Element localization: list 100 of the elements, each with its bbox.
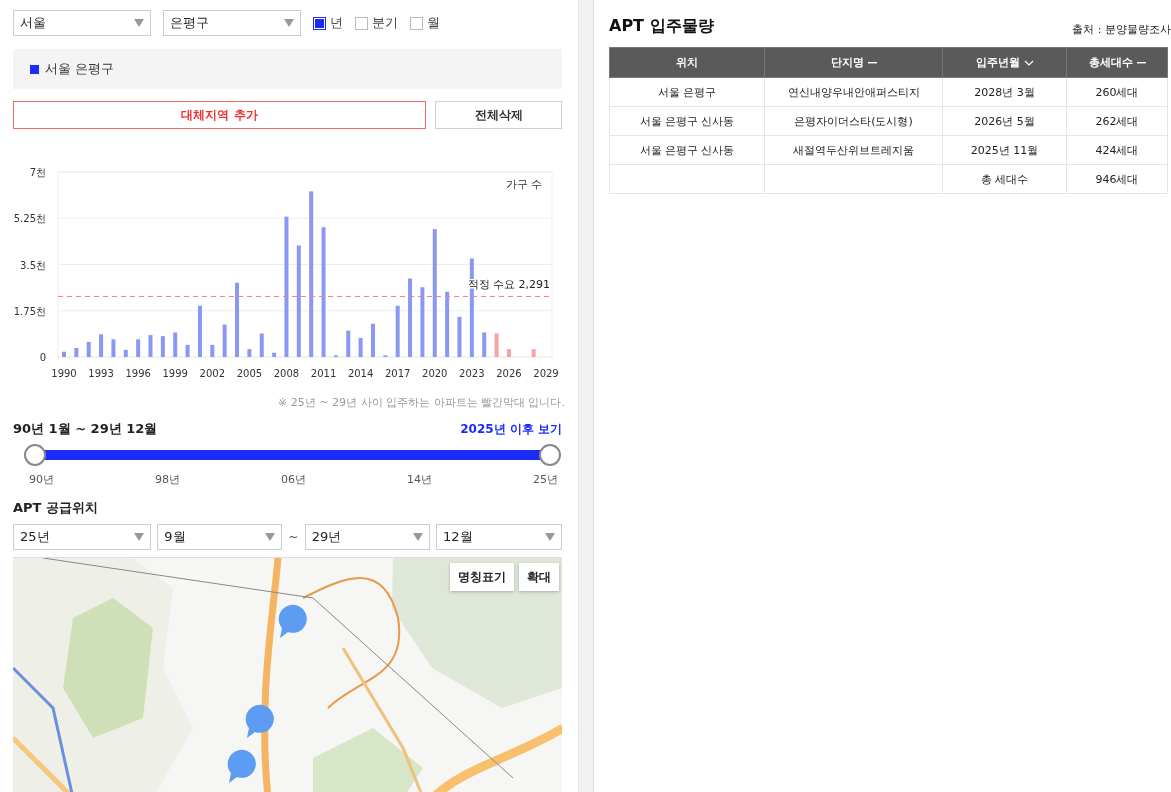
bar (272, 352, 277, 357)
bar (370, 323, 375, 357)
x-tick-label: 1999 (162, 368, 188, 379)
bar (123, 349, 128, 357)
x-tick-label: 2002 (199, 368, 226, 379)
slider-tick-label: 90년 (29, 472, 54, 487)
chart-note: ※ 25년 ~ 29년 사이 입주하는 아파트는 빨간막대 입니다. (277, 395, 565, 410)
column-header[interactable]: 총세대수 (1066, 47, 1168, 78)
table-cell: 서울 은평구 신사동 (609, 135, 765, 165)
bar (445, 291, 450, 357)
period-checkbox[interactable]: 년 (313, 14, 343, 32)
total-value: 946세대 (1066, 164, 1168, 194)
caret-icon (134, 19, 144, 27)
range-label: 90년 1월 ~ 29년 12월 (13, 420, 158, 438)
column-header[interactable]: 위치 (609, 47, 765, 78)
bar (395, 305, 400, 357)
x-tick-label: 2017 (384, 368, 411, 379)
chevron-down-icon (1023, 59, 1034, 66)
table-cell: 2026년 5월 (942, 106, 1067, 136)
bar (197, 305, 202, 357)
slider-tick-label: 25년 (533, 472, 558, 487)
table-cell: 262세대 (1066, 106, 1168, 136)
y-tick-label: 1.75천 (13, 305, 46, 317)
caret-icon (134, 533, 144, 541)
x-tick-label: 2005 (236, 368, 263, 379)
slider-tick-label: 06년 (281, 472, 306, 487)
slider-tick-label: 98년 (155, 472, 180, 487)
bar (185, 344, 190, 357)
y-tick-label: 3.5천 (20, 259, 46, 271)
x-tick-label: 2020 (422, 368, 448, 379)
dropdown[interactable]: 서울 (13, 10, 151, 36)
view-after-link[interactable]: 2025년 이후 보기 (460, 420, 562, 438)
map-button[interactable]: 명칭표기 (450, 563, 514, 591)
checkbox-label: 년 (330, 14, 343, 32)
dash-icon (1136, 61, 1146, 64)
region-label: 서울 은평구 (45, 60, 115, 78)
table-cell: 260세대 (1066, 77, 1168, 107)
x-tick-label: 2014 (347, 368, 374, 379)
checkbox-label: 월 (427, 14, 440, 32)
range-separator: ~ (288, 530, 299, 544)
checkbox[interactable] (410, 16, 423, 30)
bar (74, 348, 79, 357)
table-cell: 연신내양우내안애퍼스티지 (764, 77, 943, 107)
checkbox[interactable] (355, 16, 368, 30)
x-tick-label: 1993 (88, 368, 114, 379)
x-tick-label: 2026 (496, 368, 522, 379)
dropdown[interactable]: 29년 (304, 524, 430, 550)
table-cell: 서울 은평구 (609, 77, 765, 107)
slider-handle[interactable] (24, 444, 46, 466)
x-tick-label: 2008 (273, 368, 300, 379)
bar (358, 337, 363, 357)
total-label: 총 세대수 (942, 164, 1067, 194)
table-title: APT 입주물량 (609, 16, 714, 37)
dropdown[interactable]: 12월 (436, 524, 562, 550)
clear-all-button[interactable]: 전체삭제 (435, 101, 562, 129)
bar (494, 333, 499, 357)
slider-tick-label: 14년 (407, 472, 432, 487)
column-header[interactable]: 입주년월 (942, 47, 1067, 78)
bar (420, 287, 425, 357)
caret-icon (545, 533, 555, 541)
map-button[interactable]: 확대 (519, 563, 559, 591)
dropdown[interactable]: 25년 (13, 524, 151, 550)
dropdown[interactable]: 은평구 (163, 10, 301, 36)
bar (99, 334, 104, 357)
checkbox[interactable] (313, 16, 326, 30)
bar (506, 349, 511, 357)
y-tick-label: 0 (39, 352, 46, 363)
table-cell: 은평자이더스타(도시형) (764, 106, 943, 136)
x-tick-label: 2023 (459, 368, 485, 379)
period-checkbox[interactable]: 월 (410, 14, 440, 32)
slider-handle[interactable] (539, 444, 561, 466)
dropdown[interactable]: 9월 (157, 524, 283, 550)
add-region-button[interactable]: 대체지역 추가 (13, 101, 426, 129)
period-checkbox[interactable]: 분기 (355, 14, 398, 32)
bar (259, 333, 264, 357)
table-cell: 서울 은평구 신사동 (609, 106, 765, 136)
bar (111, 339, 116, 357)
caret-icon (265, 533, 276, 541)
bar (62, 351, 66, 357)
bar (457, 316, 462, 357)
dash-icon (867, 61, 877, 64)
bar (160, 336, 165, 357)
bar (136, 339, 141, 357)
table-cell: 새절역두산위브트레지움 (764, 135, 943, 165)
y-tick-label: 5.25천 (13, 213, 46, 225)
demand-label: 적정 수요 2,291 (467, 278, 550, 292)
section-title: APT 공급위치 (13, 499, 99, 517)
bar (482, 332, 487, 357)
caret-icon (412, 533, 423, 541)
x-tick-label: 1996 (125, 368, 151, 379)
caret-icon (284, 19, 294, 27)
bar (531, 349, 536, 357)
bar (346, 330, 351, 357)
bar (148, 335, 153, 357)
unit-label: 가구 수 (505, 178, 542, 191)
table-cell: 2025년 11월 (942, 135, 1067, 165)
y-tick-label: 7천 (29, 167, 46, 178)
column-header[interactable]: 단지명 (764, 47, 943, 78)
bar (173, 332, 178, 357)
bar (86, 341, 91, 357)
